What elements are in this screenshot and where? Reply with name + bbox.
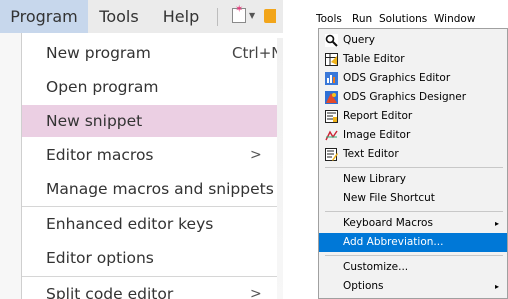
- menu-item-label: Editor options: [46, 249, 154, 267]
- menu-separator: [22, 276, 283, 277]
- menu-tools[interactable]: Tools: [316, 10, 342, 28]
- menu-item-label: Keyboard Macros: [343, 217, 433, 229]
- menu-item-options[interactable]: Options ▸: [319, 277, 507, 296]
- text-editor-icon: [325, 148, 338, 161]
- folder-icon[interactable]: [264, 9, 276, 23]
- menu-item-label: New snippet: [46, 112, 143, 130]
- menu-help[interactable]: Help: [150, 0, 212, 33]
- menu-item-label: Add Abbreviation...: [343, 236, 444, 248]
- menu-item-label: Image Editor: [343, 129, 411, 141]
- menu-item-new-library[interactable]: New Library: [319, 170, 507, 189]
- menu-item-label: New File Shortcut: [343, 192, 435, 204]
- menubar: Tools Run Solutions Window: [316, 10, 508, 28]
- menu-item-label: Options: [343, 280, 384, 292]
- menu-item-label: Enhanced editor keys: [46, 215, 214, 233]
- menu-item-label: New Library: [343, 173, 406, 185]
- new-item-icon[interactable]: ✶: [232, 5, 246, 23]
- menu-item-query[interactable]: Query: [319, 31, 507, 50]
- chevron-right-icon: >: [250, 147, 262, 163]
- sas-studio-menu-panel: Program Tools Help ✶ ▼ New program Ctrl+…: [0, 0, 283, 299]
- menu-item-label: Customize...: [343, 261, 409, 273]
- menu-item-label: ODS Graphics Designer: [343, 91, 467, 103]
- menu-item-report-editor[interactable]: Report Editor: [319, 107, 507, 126]
- program-dropdown-menu: New program Ctrl+N Open program New snip…: [21, 33, 283, 299]
- menu-item-ods-graphics-designer[interactable]: ODS Graphics Designer: [319, 88, 507, 107]
- menu-separator: [22, 206, 283, 207]
- background-window-edge: [277, 38, 283, 299]
- chevron-down-icon[interactable]: ▼: [249, 11, 255, 20]
- menu-item-ods-graphics-editor[interactable]: ODS Graphics Editor: [319, 69, 507, 88]
- chevron-right-icon: >: [250, 286, 262, 299]
- image-editor-icon: [325, 129, 338, 142]
- menu-item-open-program[interactable]: Open program: [22, 71, 283, 103]
- menu-item-table-editor[interactable]: Table Editor: [319, 50, 507, 69]
- menu-item-manage-macros-snippets[interactable]: Manage macros and snippets: [22, 173, 283, 205]
- menu-item-label: Manage macros and snippets: [46, 180, 274, 198]
- menu-item-text-editor[interactable]: Text Editor: [319, 145, 507, 164]
- menu-item-label: Split code editor: [46, 285, 174, 299]
- menu-item-new-snippet[interactable]: New snippet: [22, 105, 283, 137]
- menu-item-label: ODS Graphics Editor: [343, 72, 451, 84]
- menu-item-customize[interactable]: Customize...: [319, 258, 507, 277]
- menu-item-label: Editor macros: [46, 146, 154, 164]
- menubar: Program Tools Help ✶ ▼: [0, 0, 283, 33]
- menu-item-label: Table Editor: [343, 53, 405, 65]
- query-icon: [325, 34, 338, 47]
- menu-window[interactable]: Window: [434, 10, 475, 28]
- menu-item-new-program[interactable]: New program Ctrl+N: [22, 37, 283, 69]
- menu-separator: [325, 211, 503, 212]
- menu-separator: [325, 167, 503, 168]
- menu-run[interactable]: Run: [352, 10, 372, 28]
- menu-solutions[interactable]: Solutions: [379, 10, 427, 28]
- table-editor-icon: [325, 53, 338, 66]
- shortcut-label: Ctrl+N: [232, 44, 283, 62]
- ods-graphics-editor-icon: [325, 72, 338, 85]
- submenu-arrow-icon: ▸: [495, 282, 500, 291]
- menu-item-add-abbreviation[interactable]: Add Abbreviation...: [319, 233, 507, 252]
- menu-separator: [325, 255, 503, 256]
- menu-program[interactable]: Program: [0, 0, 88, 33]
- report-editor-icon: [325, 110, 338, 123]
- menu-item-image-editor[interactable]: Image Editor: [319, 126, 507, 145]
- submenu-arrow-icon: ▸: [495, 219, 500, 228]
- menu-item-keyboard-macros[interactable]: Keyboard Macros ▸: [319, 214, 507, 233]
- menu-tools[interactable]: Tools: [88, 0, 150, 33]
- toolbar-separator: [217, 8, 218, 26]
- menu-item-label: New program: [46, 44, 151, 62]
- menu-item-label: Text Editor: [343, 148, 399, 160]
- menu-item-enhanced-editor-keys[interactable]: Enhanced editor keys: [22, 208, 283, 240]
- ods-graphics-designer-icon: [325, 91, 338, 104]
- tools-dropdown-menu: Query Table Editor ODS Graphics Editor O…: [318, 28, 508, 299]
- sas-windowing-tools-menu: Tools Run Solutions Window Query Table E…: [316, 10, 508, 299]
- menu-item-editor-macros[interactable]: Editor macros >: [22, 139, 283, 171]
- menu-item-new-file-shortcut[interactable]: New File Shortcut: [319, 189, 507, 208]
- menu-item-editor-options[interactable]: Editor options: [22, 242, 283, 274]
- menu-item-label: Query: [343, 34, 375, 46]
- menu-item-label: Report Editor: [343, 110, 413, 122]
- menu-item-split-code-editor[interactable]: Split code editor >: [22, 278, 283, 299]
- menu-item-label: Open program: [46, 78, 159, 96]
